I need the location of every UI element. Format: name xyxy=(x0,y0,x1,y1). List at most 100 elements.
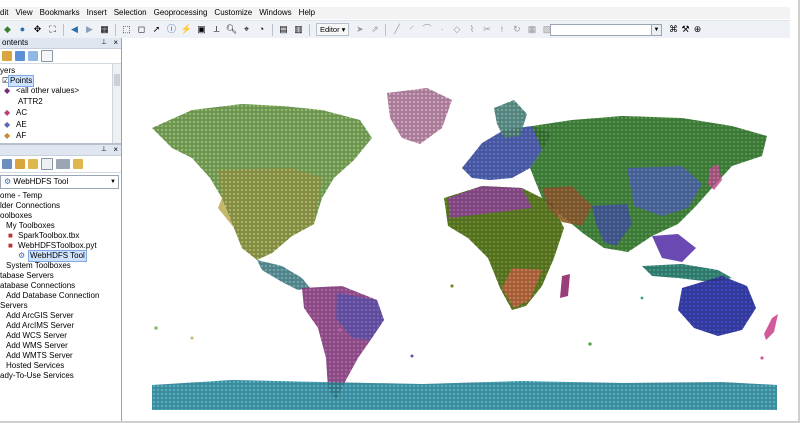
tree-item[interactable]: Add WMS Server xyxy=(6,341,68,351)
value-label: AC xyxy=(16,108,28,117)
tree-item[interactable]: lder Connections xyxy=(0,201,60,211)
globe-icon[interactable]: ● xyxy=(17,24,28,35)
split-icon[interactable]: ⟊ xyxy=(496,24,507,35)
full-extent-icon[interactable]: ⛶ xyxy=(47,24,58,35)
back-extent-icon[interactable]: ◀ xyxy=(69,24,80,35)
go-to-xy-icon[interactable]: ⌖ xyxy=(241,24,252,35)
catalog-toolbar xyxy=(0,156,121,173)
back-icon[interactable] xyxy=(2,159,12,169)
endpoint-arc-icon[interactable]: ◜ xyxy=(406,24,417,35)
clear-selection-icon[interactable]: ◻ xyxy=(136,24,147,35)
identify-icon[interactable]: ⓘ xyxy=(166,24,177,35)
menu-geoprocessing[interactable]: Geoprocessing xyxy=(154,7,215,19)
tree-item[interactable]: Add ArcIMS Server xyxy=(6,321,74,331)
catalog-title-bar[interactable]: ⊥ × xyxy=(0,145,121,156)
scroll-thumb[interactable] xyxy=(114,74,120,86)
home-icon[interactable] xyxy=(15,159,25,169)
forward-extent-icon[interactable]: ▶ xyxy=(84,24,95,35)
list-by-source-icon[interactable] xyxy=(2,51,12,61)
pin-icon[interactable]: ⊥ xyxy=(101,38,107,48)
tree-item[interactable]: Hosted Services xyxy=(6,361,64,371)
catalog-tree: ome - Temp lder Connections oolboxes My … xyxy=(0,191,121,411)
select-elements-icon[interactable]: ➚ xyxy=(151,24,162,35)
tree-item[interactable]: WebHDFSToolbox.pyt xyxy=(18,241,97,251)
tree-item[interactable]: SparkToolbox.tbx xyxy=(18,231,79,241)
feature-template-combo[interactable]: ▼ xyxy=(550,24,662,36)
tree-item[interactable]: Add WCS Server xyxy=(6,331,67,341)
chevron-down-icon[interactable]: ▼ xyxy=(651,25,661,35)
toc-scrollbar[interactable] xyxy=(112,64,121,143)
trace-icon[interactable]: ⌒ xyxy=(421,24,432,35)
tree-item[interactable]: ady-To-Use Services xyxy=(0,371,74,381)
toolbox-icon: ■ xyxy=(8,241,13,250)
world-map[interactable] xyxy=(122,38,790,423)
menu-selection[interactable]: Selection xyxy=(114,7,154,19)
menu-windows[interactable]: Windows xyxy=(259,7,298,19)
menu-customize[interactable]: Customize xyxy=(214,7,259,19)
madagascar xyxy=(560,274,570,298)
folder-up-icon[interactable] xyxy=(73,159,83,169)
add-data-icon[interactable]: ◆ xyxy=(2,24,13,35)
table-icon[interactable]: ▤ xyxy=(278,24,289,35)
html-popup-icon[interactable]: ▣ xyxy=(196,24,207,35)
pan-icon[interactable]: ✥ xyxy=(32,24,43,35)
time-slider-icon[interactable]: ◔ xyxy=(256,24,267,35)
edit-tool-icon[interactable]: ➤ xyxy=(354,24,365,35)
tree-item[interactable]: tabase Servers xyxy=(0,271,54,281)
catalog-location-combo[interactable]: ⚙ WebHDFS Tool ▼ xyxy=(0,175,119,189)
hyperlink-icon[interactable]: ⚡ xyxy=(181,24,192,35)
symbol-icon: ◆ xyxy=(4,131,11,140)
layer-name[interactable]: Points xyxy=(7,75,35,87)
select-features-icon[interactable]: ⬚ xyxy=(121,24,132,35)
catalog-icon[interactable]: ▥ xyxy=(293,24,304,35)
measure-icon[interactable]: ⟂ xyxy=(211,24,222,35)
edit-annotation-icon[interactable]: ⇗ xyxy=(369,24,380,35)
close-icon[interactable]: × xyxy=(113,38,118,48)
tree-item[interactable]: System Toolboxes xyxy=(6,261,71,271)
menu-help[interactable]: Help xyxy=(299,7,322,19)
edit-vertices-icon[interactable]: ◇ xyxy=(451,24,462,35)
toc-title-bar[interactable]: ontents ⊥ × xyxy=(0,38,121,49)
attributes-icon[interactable]: ▦ xyxy=(526,24,537,35)
menu-insert[interactable]: Insert xyxy=(87,7,114,19)
toggle-contents-icon[interactable] xyxy=(41,158,53,170)
script-tool-icon: ⚙ xyxy=(18,251,26,260)
value-label: AE xyxy=(16,120,27,129)
tree-item[interactable]: My Toolboxes xyxy=(6,221,55,231)
hammer-icon[interactable]: ⚒ xyxy=(680,24,691,35)
editor-menu-button[interactable]: Editor ▾ xyxy=(316,23,350,36)
straight-segment-icon[interactable]: ╱ xyxy=(391,24,402,35)
georeference-icon[interactable]: ⌘ xyxy=(668,24,679,35)
pin-icon[interactable]: ⊥ xyxy=(101,145,107,153)
layer-icon[interactable]: ▦ xyxy=(99,24,110,35)
reshape-icon[interactable]: ⌇ xyxy=(466,24,477,35)
menu-edit[interactable]: dit xyxy=(0,7,15,19)
tree-item[interactable]: ome - Temp xyxy=(0,191,42,201)
tree-item[interactable]: Add Database Connection xyxy=(6,291,99,301)
close-icon[interactable]: × xyxy=(113,145,118,154)
rotate-icon[interactable]: ↻ xyxy=(511,24,522,35)
chevron-down-icon[interactable]: ▼ xyxy=(110,176,116,188)
tree-item[interactable]: oolboxes xyxy=(0,211,32,221)
find-icon[interactable]: 🔍︎ xyxy=(226,24,237,35)
map-display[interactable] xyxy=(122,38,790,423)
tree-item[interactable]: Add WMTS Server xyxy=(6,351,73,361)
options-icon[interactable] xyxy=(41,50,53,62)
toolbar-divider xyxy=(309,23,310,36)
list-by-visibility-icon[interactable] xyxy=(28,51,38,61)
menu-view[interactable]: View xyxy=(15,7,39,19)
tree-item[interactable]: Add ArcGIS Server xyxy=(6,311,74,321)
tree-item-selected[interactable]: WebHDFS Tool xyxy=(28,250,87,262)
symbol-icon: ◆ xyxy=(4,120,11,129)
menu-bookmarks[interactable]: Bookmarks xyxy=(40,7,87,19)
left-dock: ontents ⊥ × yers ☑ Points ◆ <all other v… xyxy=(0,38,122,421)
tree-item[interactable]: Servers xyxy=(0,301,28,311)
magnify-icon[interactable]: ⊕ xyxy=(692,24,703,35)
views-icon[interactable] xyxy=(56,159,70,169)
cut-polygons-icon[interactable]: ✂ xyxy=(481,24,492,35)
tree-item[interactable]: atabase Connections xyxy=(0,281,75,291)
list-by-drawing-order-icon[interactable] xyxy=(15,51,25,61)
point-icon[interactable]: · xyxy=(436,24,447,35)
connect-folder-icon[interactable] xyxy=(28,159,38,169)
layers-heading[interactable]: yers xyxy=(0,66,15,76)
